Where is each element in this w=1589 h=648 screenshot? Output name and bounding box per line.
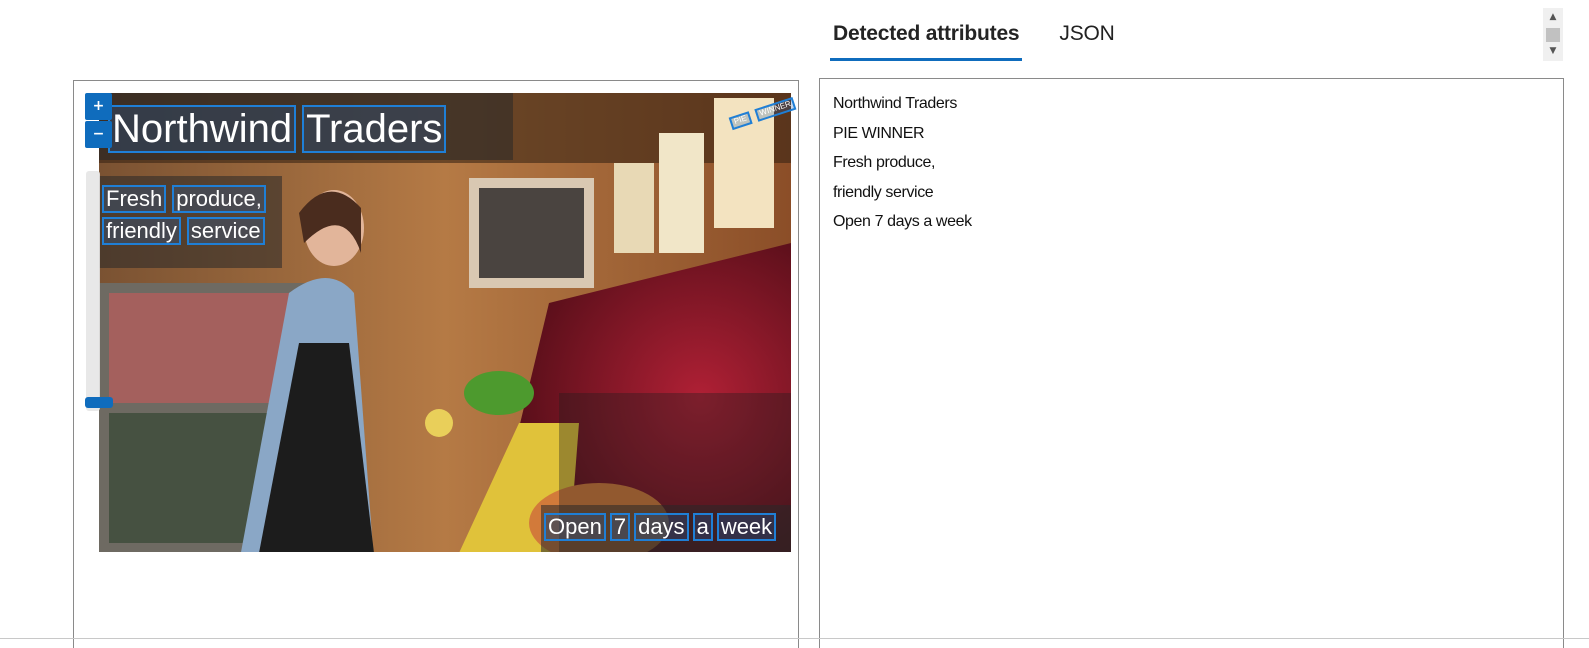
result-tabs: Detected attributes JSON xyxy=(830,18,1118,61)
zoom-slider-thumb[interactable] xyxy=(85,397,113,408)
detected-attributes-panel: Northwind Traders PIE WINNER Fresh produ… xyxy=(819,78,1564,648)
ocr-word: service xyxy=(186,217,265,246)
result-line: friendly service xyxy=(833,183,934,201)
image-viewer: Northwind Traders Fresh produce, friendl… xyxy=(73,80,799,648)
ocr-subtitle-line-1: Fresh produce, xyxy=(102,185,266,214)
ocr-subtitle-line-2: friendly service xyxy=(102,217,265,246)
tab-detected-attributes[interactable]: Detected attributes xyxy=(830,18,1023,61)
ocr-word: Traders xyxy=(302,105,447,153)
store-photo-illustration xyxy=(99,93,791,552)
ocr-word: friendly xyxy=(102,217,181,246)
triangle-up-icon[interactable]: ▲ xyxy=(1543,10,1563,25)
divider xyxy=(0,638,1589,639)
ocr-title-line: Northwind Traders xyxy=(108,105,447,153)
result-line: Fresh produce, xyxy=(833,154,936,171)
ocr-word: produce, xyxy=(172,185,266,214)
triangle-down-icon[interactable]: ▼ xyxy=(1543,44,1563,59)
ocr-word: week xyxy=(716,513,777,542)
ocr-word: days xyxy=(634,513,689,542)
ocr-word: Open xyxy=(544,513,606,542)
store-photo xyxy=(99,93,791,552)
page-scrollbar[interactable]: ▲ ▼ xyxy=(1543,8,1563,61)
ocr-word: Northwind xyxy=(108,105,297,153)
zoom-slider-track[interactable] xyxy=(86,171,100,411)
ocr-word: 7 xyxy=(609,513,631,542)
result-line: PIE WINNER xyxy=(833,124,925,142)
tab-json[interactable]: JSON xyxy=(1056,18,1117,61)
ocr-word: a xyxy=(692,513,713,542)
scrollbar-thumb[interactable] xyxy=(1546,28,1560,42)
zoom-out-button[interactable]: − xyxy=(85,121,112,148)
result-line: Open 7 days a week xyxy=(833,213,972,230)
ocr-footer-line: Open 7 days a week xyxy=(544,513,777,542)
zoom-in-button[interactable]: + xyxy=(85,93,112,120)
result-line: Northwind Traders xyxy=(833,95,957,112)
ocr-word: Fresh xyxy=(102,185,167,214)
